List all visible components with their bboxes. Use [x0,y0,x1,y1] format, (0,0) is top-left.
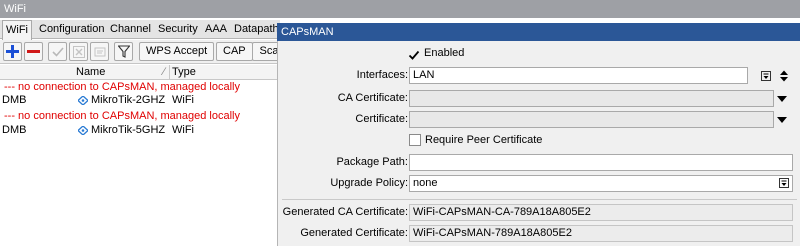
tab-wifi[interactable]: WiFi [2,20,32,40]
x-icon [72,45,85,58]
dropdown-arrow-icon [761,70,771,81]
comment-button[interactable] [90,42,109,61]
column-header-type[interactable]: Type [172,65,196,80]
generated-ca-certificate-label: Generated CA Certificate: [282,206,408,218]
row-flags: DMB [2,124,27,136]
tab-aaa[interactable]: AAA [202,22,230,39]
cap-button[interactable]: CAP [216,42,253,61]
dropdown-arrow-icon [779,178,789,191]
updown-arrows-icon [780,70,788,81]
require-peer-certificate-label: Require Peer Certificate [425,134,543,146]
upgrade-policy-select[interactable]: none [409,175,793,192]
row-type: WiFi [172,124,194,136]
upgrade-policy-value: none [413,177,438,189]
tab-configuration[interactable]: Configuration [36,22,107,39]
column-header-name[interactable]: Name ∕ [76,65,170,80]
row-type: WiFi [172,94,194,106]
wifi-tabbar: WiFi Configuration Channel Security AAA … [0,20,282,40]
dropdown-arrow-icon [777,116,787,123]
tab-security[interactable]: Security [155,22,201,39]
interfaces-label: Interfaces: [356,69,408,81]
disable-button[interactable] [69,42,88,61]
section-divider [282,199,797,200]
row-flags: DMB [2,94,27,106]
capsman-window-title[interactable]: CAPsMAN [277,23,800,41]
filter-button[interactable] [114,42,133,61]
row-name: MikroTik-2GHZ [91,94,166,106]
comment-text: --- no connection to CAPsMAN, managed lo… [4,110,240,122]
enable-button[interactable] [48,42,67,61]
interfaces-dropdown-button[interactable] [759,68,773,83]
comment-text: --- no connection to CAPsMAN, managed lo… [4,81,240,93]
filter-icon [117,45,130,58]
tab-channel[interactable]: Channel [107,22,154,39]
table-row[interactable]: DMB MikroTik-5GHZ WiFi [0,124,280,137]
tab-datapath[interactable]: Datapath [231,22,282,39]
list-header: Name ∕ Type [0,65,280,80]
enabled-checkbox[interactable] [408,49,420,61]
certificate-field[interactable] [409,111,774,128]
plus-icon [6,45,19,58]
certificate-dropdown-button[interactable] [775,112,789,127]
wifi-toolbar: WPS Accept CAP Sca [0,40,280,64]
interfaces-field[interactable]: LAN [409,67,748,84]
minus-icon [27,50,40,53]
ca-certificate-field[interactable] [409,90,774,107]
list-comment-row[interactable]: --- no connection to CAPsMAN, managed lo… [0,81,280,94]
checkmark-icon [51,46,64,57]
wireless-interface-icon [77,125,89,139]
generated-certificate-label: Generated Certificate: [300,227,408,239]
dropdown-arrow-icon [777,95,787,102]
package-path-label: Package Path: [336,156,408,168]
row-name: MikroTik-5GHZ [91,124,166,136]
upgrade-policy-label: Upgrade Policy: [330,177,408,189]
table-row[interactable]: DMB MikroTik-2GHZ WiFi [0,94,280,107]
wireless-interface-icon [77,95,89,109]
scanner-button[interactable]: Sca [252,42,280,61]
ca-certificate-label: CA Certificate: [337,92,408,104]
note-icon [94,47,105,56]
package-path-field[interactable] [409,154,793,171]
add-button[interactable] [3,42,22,61]
wps-accept-button[interactable]: WPS Accept [139,42,215,61]
generated-certificate-value[interactable]: WiFi-CAPsMAN-789A18A805E2 [409,225,793,242]
require-peer-certificate-checkbox[interactable] [409,134,421,146]
certificate-label: Certificate: [355,113,408,125]
wifi-window-title: WiFi [0,0,800,18]
checkmark-icon [408,50,420,60]
capsman-dialog: Enabled Interfaces: LAN CA Certificate: … [277,41,800,246]
sort-icon: ∕ [163,66,165,78]
list-comment-row[interactable]: --- no connection to CAPsMAN, managed lo… [0,110,280,123]
generated-ca-certificate-value[interactable]: WiFi-CAPsMAN-CA-789A18A805E2 [409,204,793,221]
enabled-label: Enabled [424,47,465,59]
ca-certificate-dropdown-button[interactable] [775,91,789,106]
interfaces-updown-button[interactable] [777,68,791,83]
remove-button[interactable] [24,42,43,61]
